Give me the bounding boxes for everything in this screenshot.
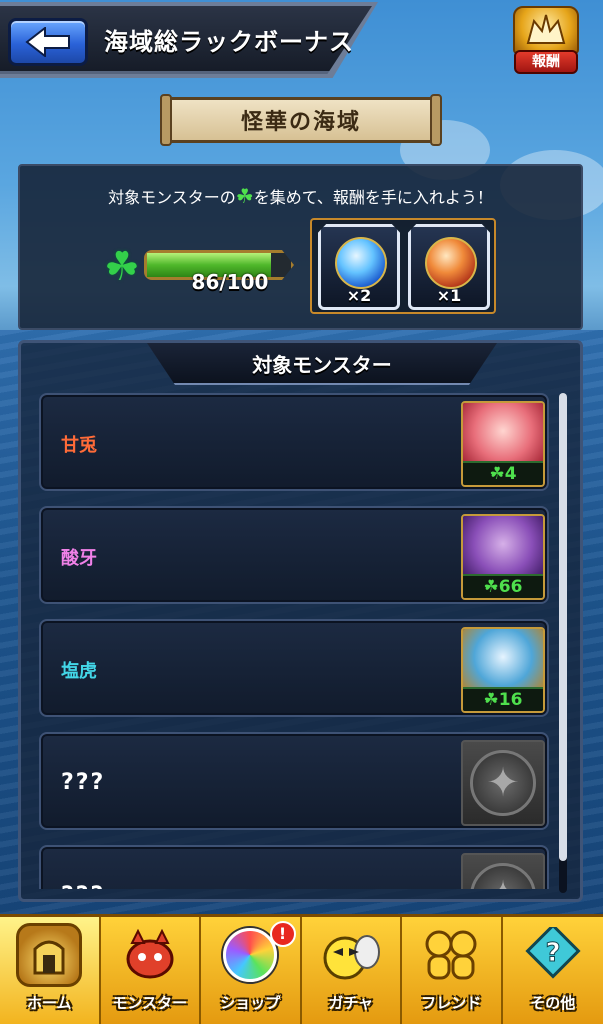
red-orb-icon: [425, 237, 477, 289]
notification-badge: !: [269, 921, 296, 947]
luck-bonus-panel: 対象モンスターの☘を集めて、報酬を手に入れよう！ ☘ 86/100 ×2 ×1: [18, 164, 583, 330]
reward-item[interactable]: ×2: [318, 224, 400, 310]
monster-thumbnail[interactable]: ☘16: [461, 627, 545, 713]
nav-label: フレンド: [421, 994, 482, 1012]
nav-label: その他: [530, 994, 576, 1012]
nav-other[interactable]: ? その他: [503, 917, 603, 1024]
monster-name: 塩虎: [61, 661, 97, 682]
locked-thumbnail: ✦: [461, 853, 545, 889]
scrollbar-thumb[interactable]: [559, 393, 567, 861]
monster-portrait: [463, 403, 543, 465]
area-name-banner: 怪華の海域: [160, 94, 442, 146]
back-arrow-icon: [25, 27, 70, 57]
monster-thumbnail[interactable]: ☘4: [461, 401, 545, 487]
nav-label: ショップ: [220, 994, 281, 1012]
instruction-text: 対象モンスターの☘を集めて、報酬を手に入れよう！: [20, 184, 581, 208]
nav-gacha[interactable]: ガチャ: [302, 917, 402, 1024]
nav-shop[interactable]: ! ショップ: [201, 917, 302, 1024]
compass-icon: ✦: [470, 750, 536, 816]
list-item[interactable]: 塩虎 ☘16: [39, 619, 549, 717]
monster-portrait: [463, 516, 543, 578]
list-item[interactable]: 酸牙 ☘66: [39, 506, 549, 604]
friends-icon: [418, 923, 484, 987]
monster-name: 酸牙: [61, 548, 97, 569]
instruction-suffix: を集めて、報酬を手に入れよう！: [253, 188, 493, 207]
instruction-prefix: 対象モンスターの: [108, 188, 236, 207]
nav-label: モンスター: [112, 994, 188, 1012]
dragon-crest-icon: [513, 6, 579, 54]
area-name: 怪華の海域: [167, 97, 435, 143]
monster-name: 甘兎: [61, 435, 97, 456]
reward-quantity: ×1: [436, 286, 462, 305]
page-title: 海域総ラックボーナス: [104, 28, 354, 56]
target-monster-panel: 対象モンスター 甘兎 ☘4 酸牙 ☘66 塩虎 ☘16 ??? ✦: [18, 340, 583, 902]
blue-orb-icon: [335, 237, 387, 289]
question-mark-icon: ?: [520, 923, 586, 987]
progress-text: 86/100: [191, 270, 269, 294]
clover-icon: ☘: [235, 184, 254, 208]
reward-item[interactable]: ×1: [408, 224, 490, 310]
list-header: 対象モンスター: [147, 343, 497, 385]
back-button[interactable]: [8, 18, 88, 66]
nav-home[interactable]: ホーム: [0, 917, 101, 1024]
nav-label: ホーム: [26, 994, 72, 1012]
monster-portrait: [463, 629, 543, 691]
luck-count: ☘4: [463, 461, 543, 485]
compass-icon: ✦: [470, 863, 536, 889]
reward-button[interactable]: 報酬: [508, 6, 584, 80]
luck-count: ☘16: [463, 687, 543, 711]
nav-monster[interactable]: モンスター: [101, 917, 201, 1024]
list-item[interactable]: ??? ✦: [39, 845, 549, 889]
monster-name: ???: [61, 770, 106, 795]
home-gate-icon: [16, 923, 83, 987]
nav-friend[interactable]: フレンド: [402, 917, 503, 1024]
clover-icon: ☘: [104, 244, 140, 290]
svg-text:?: ?: [545, 938, 560, 968]
reward-quantity: ×2: [346, 286, 372, 305]
monster-thumbnail[interactable]: ☘66: [461, 514, 545, 600]
monster-name: ???: [61, 883, 105, 889]
list-item[interactable]: ??? ✦: [39, 732, 549, 830]
scroll-end-right: [430, 94, 442, 146]
scroll-end-left: [160, 94, 172, 146]
list-item[interactable]: 甘兎 ☘4: [39, 393, 549, 491]
luck-count: ☘66: [463, 574, 543, 598]
red-dragon-icon: [117, 923, 183, 987]
monster-list[interactable]: 甘兎 ☘4 酸牙 ☘66 塩虎 ☘16 ??? ✦: [39, 393, 549, 889]
locked-thumbnail: ✦: [461, 740, 545, 826]
list-scrollbar[interactable]: [559, 393, 567, 893]
nav-label: ガチャ: [328, 994, 374, 1012]
reward-label: 報酬: [514, 50, 578, 74]
rewards-box[interactable]: ×2 ×1: [310, 218, 496, 314]
bottom-nav: ホーム モンスター ! ショップ ガチャ フレンド ? その他: [0, 914, 603, 1024]
gacha-bird-icon: [318, 923, 384, 987]
